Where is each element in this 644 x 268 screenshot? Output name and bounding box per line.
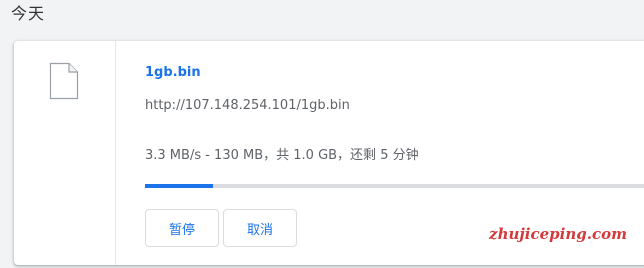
watermark-logo: zhujiceping.com: [489, 225, 627, 243]
file-icon: [49, 62, 79, 100]
pause-button[interactable]: 暂停: [145, 209, 219, 247]
file-url: http://107.148.254.101/1gb.bin: [145, 98, 350, 113]
file-name-link[interactable]: 1gb.bin: [145, 65, 201, 80]
cancel-button[interactable]: 取消: [223, 209, 297, 247]
download-progress-fill: [145, 184, 213, 188]
download-progress-bar: [145, 184, 644, 188]
file-icon-column: [14, 41, 116, 265]
download-status: 3.3 MB/s - 130 MB，共 1.0 GB，还剩 5 分钟: [145, 148, 419, 163]
section-title-today: 今天: [11, 4, 46, 23]
